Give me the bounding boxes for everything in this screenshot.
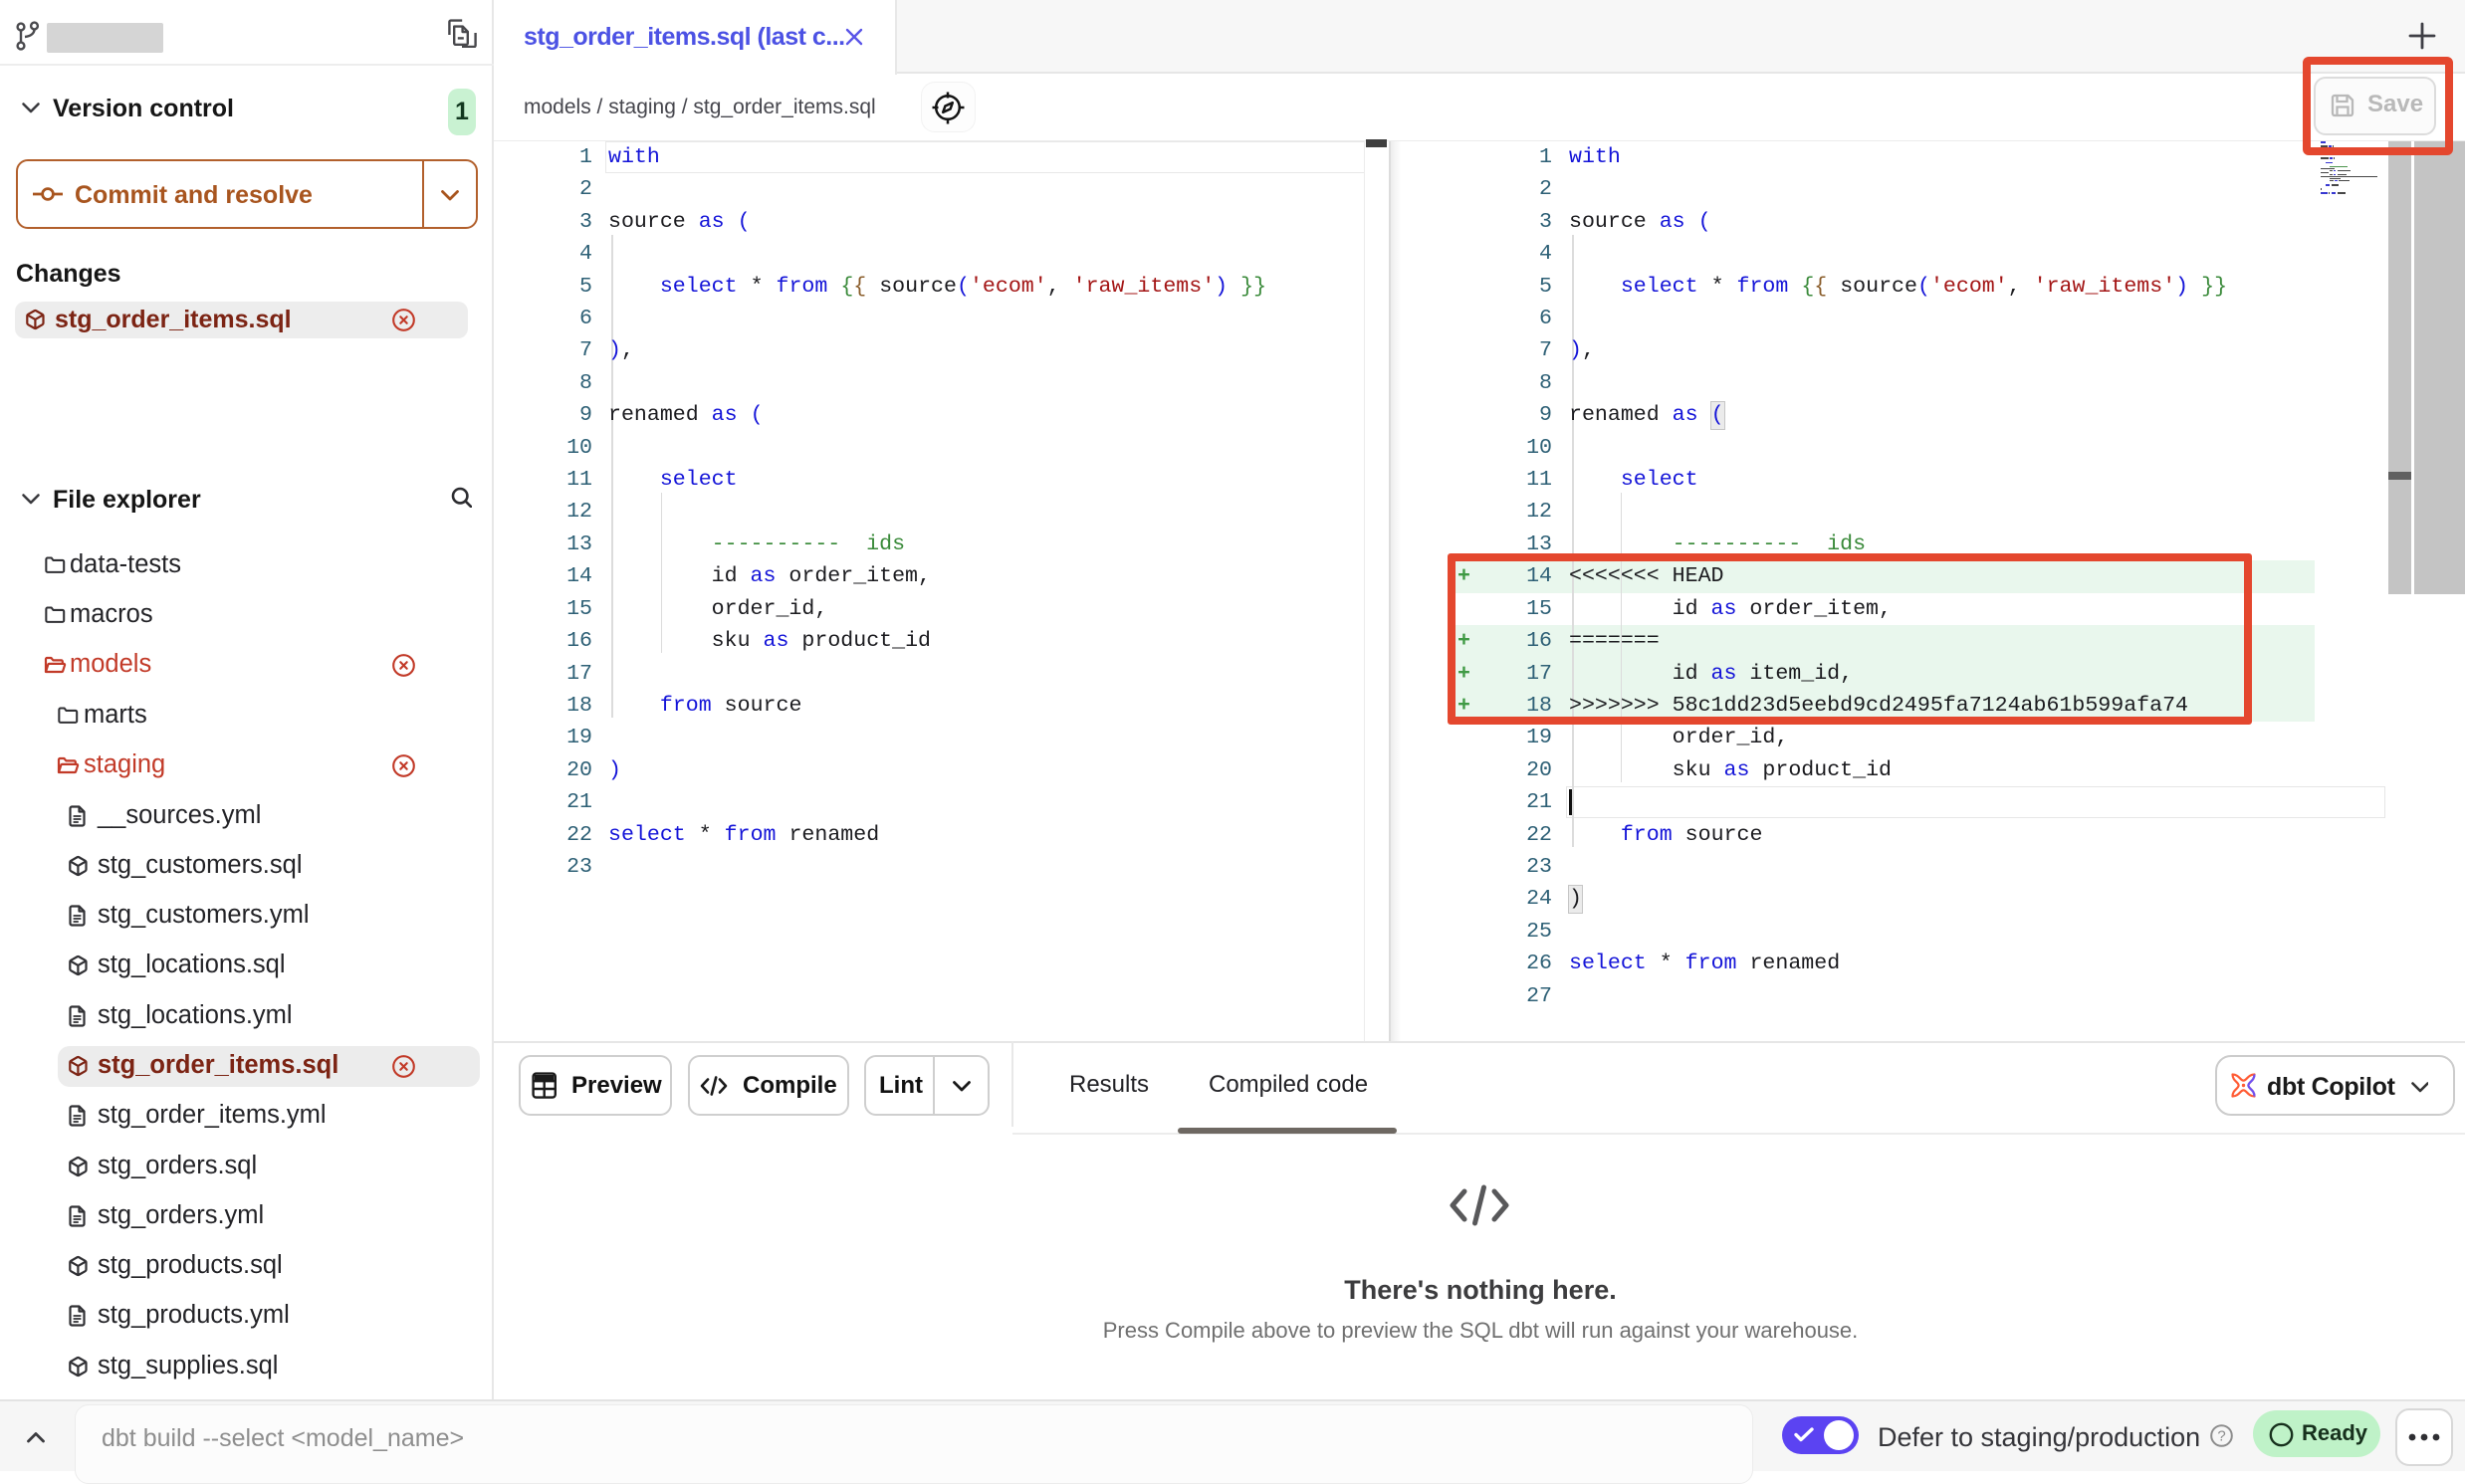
svg-text:?: ? bbox=[2217, 1427, 2225, 1444]
